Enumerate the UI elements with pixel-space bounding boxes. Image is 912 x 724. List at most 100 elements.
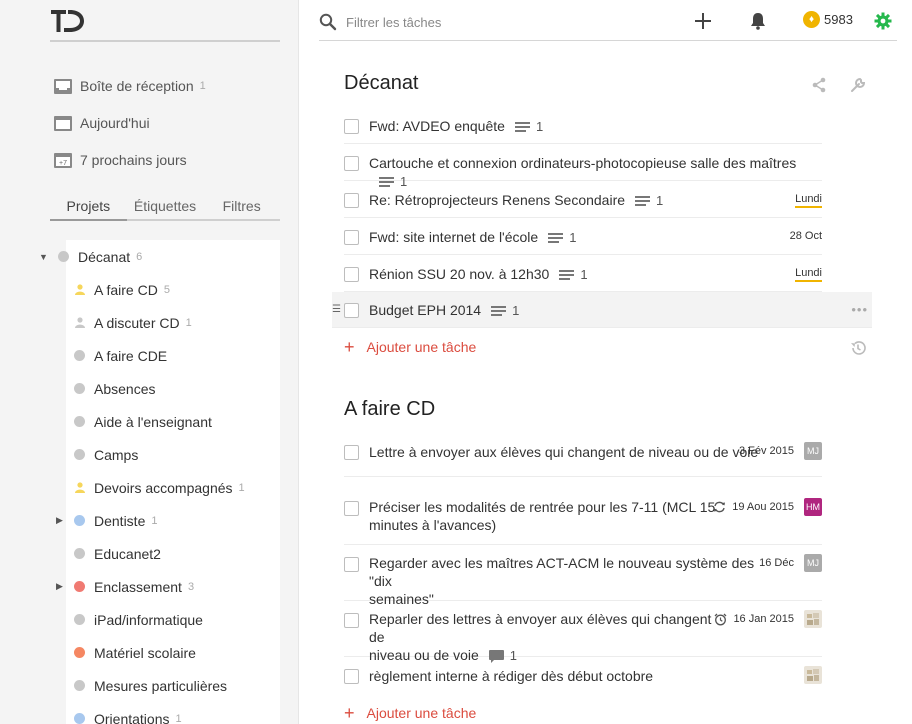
assignee-avatar[interactable]: HM xyxy=(804,498,822,516)
project-color-dot xyxy=(74,647,85,658)
project-item-decanat[interactable]: ▼ Décanat 6 xyxy=(0,240,280,273)
assignee-avatar[interactable]: MJ xyxy=(804,442,822,460)
project-item-a-discuter-cd[interactable]: A discuter CD 1 xyxy=(66,306,280,339)
nav-next-7-days-label: 7 prochains jours xyxy=(80,152,187,168)
task-due-date[interactable]: 19 Aou 2015 HM xyxy=(713,498,822,516)
task-row[interactable]: règlement interne à rédiger dès début oc… xyxy=(344,657,822,695)
sidebar-tabs: Projets Étiquettes Filtres xyxy=(50,195,280,221)
add-task-link[interactable]: + Ajouter une tâche xyxy=(344,704,477,722)
task-checkbox[interactable] xyxy=(344,156,359,171)
expand-arrow-icon[interactable]: ▶ xyxy=(56,581,63,592)
project-item-a-faire-cde[interactable]: A faire CDE xyxy=(66,339,280,372)
add-task-label: Ajouter une tâche xyxy=(366,339,477,355)
tab-filters[interactable]: Filtres xyxy=(203,195,280,219)
add-task-label: Ajouter une tâche xyxy=(366,705,477,721)
nav-today[interactable]: Aujourd'hui xyxy=(52,111,150,135)
note-indicator[interactable]: 1 xyxy=(635,192,663,210)
task-row[interactable]: Rénion SSU 20 nov. à 12h30 1 Lundi xyxy=(344,255,822,292)
project-item-absences[interactable]: Absences xyxy=(66,372,280,405)
note-indicator[interactable]: 1 xyxy=(514,118,543,136)
task-assignee[interactable] xyxy=(794,666,822,684)
task-text[interactable]: Rénion SSU 20 nov. à 12h30 1 xyxy=(369,265,588,284)
task-due-date[interactable]: Lundi xyxy=(795,267,822,282)
assignee-avatar-image[interactable] xyxy=(804,666,822,684)
project-item-materiel-scolaire[interactable]: Matériel scolaire xyxy=(66,636,280,669)
project-label: Aide à l'enseignant xyxy=(94,413,212,430)
nav-inbox[interactable]: Boîte de réception 1 xyxy=(52,74,206,98)
task-row[interactable]: Reparler des lettres à envoyer aux élève… xyxy=(344,601,822,663)
tab-projects[interactable]: Projets xyxy=(50,195,127,221)
add-task-button[interactable] xyxy=(692,10,714,32)
add-task-link[interactable]: + Ajouter une tâche xyxy=(344,338,477,356)
note-indicator[interactable]: 1 xyxy=(491,302,519,320)
search-input[interactable] xyxy=(346,12,646,32)
project-item-educanet2[interactable]: Educanet2 xyxy=(66,537,280,570)
task-checkbox[interactable] xyxy=(344,613,359,628)
task-checkbox[interactable] xyxy=(344,267,359,282)
project-item-aide-enseignant[interactable]: Aide à l'enseignant xyxy=(66,405,280,438)
project-label: Dentiste xyxy=(94,512,146,529)
task-due-date[interactable]: Lundi xyxy=(795,193,822,208)
task-due-date[interactable]: 16 Déc MJ xyxy=(759,554,822,572)
top-bar: ♦ 5983 xyxy=(319,0,897,41)
task-row[interactable]: Fwd: AVDEO enquête 1 xyxy=(344,107,822,144)
task-row[interactable]: Re: Rétroprojecteurs Renens Secondaire 1 … xyxy=(344,181,822,218)
task-checkbox[interactable] xyxy=(344,193,359,208)
task-checkbox[interactable] xyxy=(344,669,359,684)
task-due-date[interactable]: 28 Oct xyxy=(790,230,822,242)
task-text[interactable]: Fwd: site internet de l'école 1 xyxy=(369,228,576,247)
task-row-hovered[interactable]: ☰ Budget EPH 2014 1 ••• xyxy=(332,292,872,328)
search-icon[interactable] xyxy=(319,13,337,31)
task-row[interactable]: Lettre à envoyer aux élèves qui changent… xyxy=(344,433,822,477)
task-checkbox[interactable] xyxy=(344,230,359,245)
settings-small-icon[interactable] xyxy=(850,77,868,95)
project-item-orientations[interactable]: Orientations 1 xyxy=(66,702,280,724)
task-checkbox[interactable] xyxy=(344,119,359,134)
task-row[interactable]: Préciser les modalités de rentrée pour l… xyxy=(344,489,822,545)
task-text[interactable]: Lettre à envoyer aux élèves qui changent… xyxy=(369,443,758,461)
assignee-avatar[interactable]: MJ xyxy=(804,554,822,572)
task-text[interactable]: Budget EPH 2014 1 xyxy=(369,301,519,320)
notes-icon xyxy=(514,122,530,133)
task-checkbox[interactable] xyxy=(344,557,359,572)
task-due-date[interactable]: 3 Fév 2015 MJ xyxy=(739,442,822,460)
nav-next-7-days[interactable]: +7 7 prochains jours xyxy=(52,148,187,172)
task-text[interactable]: Re: Rétroprojecteurs Renens Secondaire 1 xyxy=(369,191,663,210)
task-checkbox[interactable] xyxy=(344,303,359,318)
note-indicator[interactable]: 1 xyxy=(559,266,588,284)
project-item-ipad-informatique[interactable]: iPad/informatique xyxy=(66,603,280,636)
project-color-dot xyxy=(58,251,69,262)
calendar-icon xyxy=(52,112,74,134)
task-checkbox[interactable] xyxy=(344,501,359,516)
notifications-button[interactable] xyxy=(747,10,769,32)
task-due-date[interactable]: 16 Jan 2015 xyxy=(714,610,822,628)
task-text[interactable]: Fwd: AVDEO enquête 1 xyxy=(369,117,543,136)
task-row[interactable]: Fwd: site internet de l'école 1 28 Oct xyxy=(344,218,822,255)
settings-button[interactable] xyxy=(872,10,894,32)
task-checkbox[interactable] xyxy=(344,445,359,460)
assignee-avatar-image[interactable] xyxy=(804,610,822,628)
project-item-mesures-particulieres[interactable]: Mesures particulières xyxy=(66,669,280,702)
more-options-icon[interactable]: ••• xyxy=(851,302,868,317)
task-text[interactable]: Regarder avec les maîtres ACT-ACM le nou… xyxy=(369,554,769,608)
tab-labels[interactable]: Étiquettes xyxy=(127,195,204,219)
project-item-devoirs-accompagnes[interactable]: Devoirs accompagnés 1 xyxy=(66,471,280,504)
drag-handle-icon[interactable]: ☰ xyxy=(332,304,341,315)
task-row[interactable]: Cartouche et connexion ordinateurs-photo… xyxy=(344,144,822,189)
task-text[interactable]: règlement interne à rédiger dès début oc… xyxy=(369,667,653,685)
project-item-a-faire-cd[interactable]: A faire CD 5 xyxy=(66,273,280,306)
expand-arrow-icon[interactable]: ▶ xyxy=(56,515,63,526)
app-logo[interactable] xyxy=(50,8,280,42)
share-icon[interactable] xyxy=(811,77,829,95)
person-icon xyxy=(74,482,85,494)
bell-icon xyxy=(751,13,765,30)
history-icon[interactable] xyxy=(850,340,868,358)
task-text[interactable]: Préciser les modalités de rentrée pour l… xyxy=(369,498,729,534)
task-row[interactable]: Regarder avec les maîtres ACT-ACM le nou… xyxy=(344,545,822,607)
collapse-arrow-icon[interactable]: ▼ xyxy=(39,252,48,262)
project-item-camps[interactable]: Camps xyxy=(66,438,280,471)
project-item-enclassement[interactable]: ▶ Enclassement 3 xyxy=(56,570,280,603)
project-item-dentiste[interactable]: ▶ Dentiste 1 xyxy=(56,504,280,537)
note-indicator[interactable]: 1 xyxy=(548,229,576,247)
karma-indicator[interactable]: ♦ 5983 xyxy=(803,11,853,28)
